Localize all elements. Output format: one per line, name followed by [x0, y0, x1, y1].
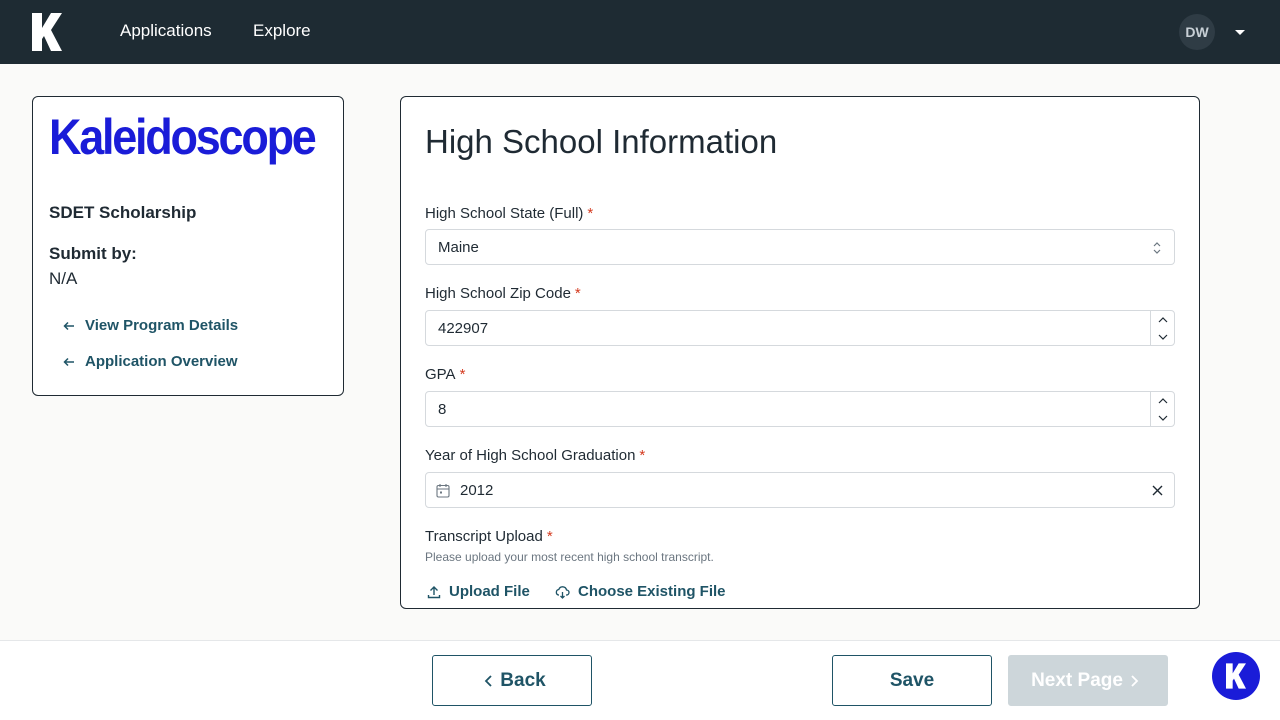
choose-existing-file-button[interactable]: Choose Existing File: [555, 583, 726, 600]
nav-applications[interactable]: Applications: [120, 21, 212, 41]
zip-stepper: [1150, 311, 1174, 345]
zip-input[interactable]: 422907: [425, 310, 1175, 346]
chevron-down-icon: [1158, 415, 1167, 421]
zip-label: High School Zip Code *: [425, 285, 581, 302]
arrow-left-icon: [63, 321, 74, 330]
transcript-helper-text: Please upload your most recent high scho…: [425, 550, 714, 564]
grad-year-value: 2012: [460, 482, 494, 499]
select-chevrons-icon: [1153, 242, 1161, 254]
gpa-stepper: [1150, 392, 1174, 426]
choose-existing-file-label: Choose Existing File: [578, 583, 726, 600]
state-select[interactable]: Maine: [425, 229, 1175, 265]
save-button[interactable]: Save: [832, 655, 992, 706]
next-page-button[interactable]: Next Page: [1008, 655, 1168, 706]
nav-explore[interactable]: Explore: [253, 21, 311, 41]
back-label: Back: [500, 669, 546, 691]
caret-down-icon[interactable]: [1233, 27, 1247, 37]
grad-year-datepicker[interactable]: 2012: [425, 472, 1175, 508]
upload-file-label: Upload File: [449, 583, 530, 600]
program-card: Kaleidoscope SDET Scholarship Submit by:…: [32, 96, 344, 396]
k-logo-icon[interactable]: [32, 13, 62, 51]
gpa-input[interactable]: 8: [425, 391, 1175, 427]
submit-by-value: N/A: [49, 269, 78, 288]
increment-button[interactable]: [1151, 392, 1174, 409]
state-label: High School State (Full) *: [425, 205, 593, 222]
required-mark: *: [459, 366, 466, 383]
chevron-right-icon: [1131, 674, 1139, 687]
upload-file-button[interactable]: Upload File: [427, 583, 530, 600]
application-overview-label: Application Overview: [85, 353, 238, 370]
gpa-label-text: GPA: [425, 366, 456, 383]
calendar-icon: [436, 484, 450, 498]
chevron-left-icon: [485, 674, 492, 687]
decrement-button[interactable]: [1151, 409, 1174, 426]
zip-label-text: High School Zip Code: [425, 285, 571, 302]
gpa-label: GPA *: [425, 366, 465, 383]
program-name: SDET Scholarship: [49, 203, 197, 222]
help-chat-button[interactable]: [1212, 652, 1260, 700]
required-mark: *: [546, 528, 553, 545]
top-nav-bar: Applications Explore DW: [0, 0, 1280, 64]
state-value: Maine: [438, 239, 479, 256]
chevron-up-icon: [1158, 397, 1167, 403]
view-program-details-link[interactable]: View Program Details: [63, 317, 238, 334]
upload-icon: [427, 585, 441, 598]
grad-year-label: Year of High School Graduation *: [425, 447, 645, 464]
required-mark: *: [574, 285, 581, 302]
transcript-label: Transcript Upload *: [425, 528, 553, 545]
gpa-value: 8: [438, 401, 447, 418]
submit-by-label: Submit by:: [49, 244, 137, 263]
increment-button[interactable]: [1151, 311, 1174, 328]
back-button[interactable]: Back: [432, 655, 592, 706]
state-label-text: High School State (Full): [425, 205, 584, 222]
brand-logo: Kaleidoscope: [49, 109, 317, 165]
grad-year-label-text: Year of High School Graduation: [425, 447, 636, 464]
chevron-up-icon: [1158, 316, 1167, 322]
form-card: High School Information High School Stat…: [400, 96, 1200, 609]
avatar[interactable]: DW: [1179, 14, 1215, 50]
arrow-left-icon: [63, 357, 74, 366]
chevron-down-icon: [1158, 334, 1167, 340]
zip-value: 422907: [438, 320, 489, 337]
save-label: Save: [889, 669, 935, 691]
required-mark: *: [639, 447, 646, 464]
required-mark: *: [587, 205, 594, 222]
view-program-details-label: View Program Details: [85, 317, 239, 334]
decrement-button[interactable]: [1151, 328, 1174, 345]
page-title: High School Information: [425, 123, 778, 160]
k-logo-icon: [1226, 663, 1246, 689]
close-icon[interactable]: [1151, 484, 1164, 497]
application-overview-link[interactable]: Application Overview: [63, 353, 238, 370]
cloud-download-icon: [555, 585, 570, 599]
transcript-label-text: Transcript Upload: [425, 528, 543, 545]
next-page-label: Next Page: [1031, 669, 1123, 691]
